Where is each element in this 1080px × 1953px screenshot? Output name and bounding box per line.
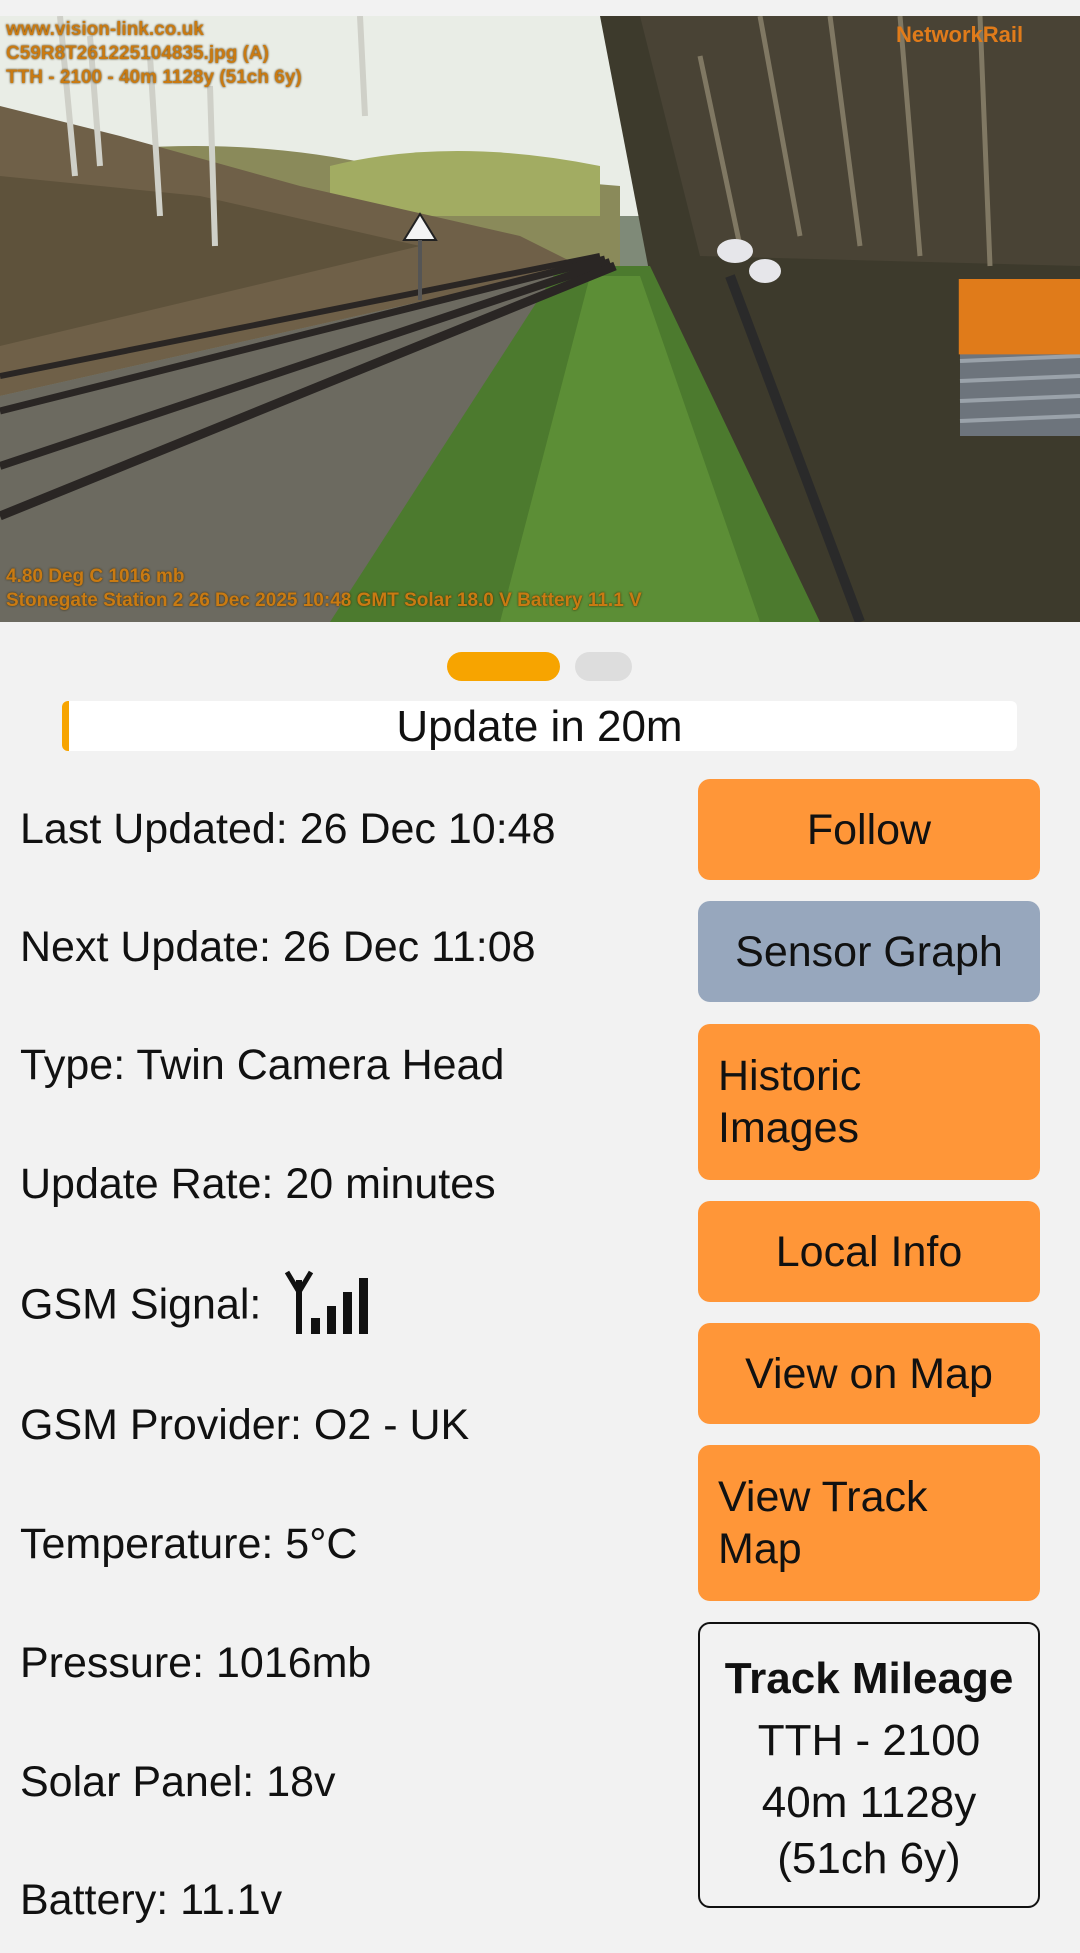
network-rail-logo: NetworkRail xyxy=(896,20,1080,355)
follow-button-label: Follow xyxy=(806,806,932,854)
historic-images-button[interactable]: Historic Images xyxy=(698,1024,1040,1180)
view-track-map-label-line2: Map xyxy=(718,1525,802,1573)
view-on-map-button[interactable]: View on Map xyxy=(698,1323,1040,1424)
network-rail-arrow-icon xyxy=(958,279,1080,355)
view-track-map-button[interactable]: View Track Map xyxy=(698,1445,1040,1601)
pressure-text: Pressure: 1016mb xyxy=(20,1639,372,1687)
overlay-website: www.vision-link.co.uk xyxy=(6,19,204,40)
next-update-text: Next Update: 26 Dec 11:08 xyxy=(20,923,536,971)
view-on-map-button-label: View on Map xyxy=(745,1350,993,1398)
gsm-signal-label: GSM Signal: xyxy=(20,1280,262,1329)
track-mileage-line-chains: (51ch 6y) xyxy=(777,1834,961,1883)
pager-dot-inactive[interactable] xyxy=(575,652,632,681)
sensor-graph-button-label: Sensor Graph xyxy=(735,928,1003,976)
overlay-location: TTH - 2100 - 40m 1128y (51ch 6y) xyxy=(6,67,302,88)
local-info-button-label: Local Info xyxy=(775,1228,963,1276)
update-countdown-bar: Update in 20m xyxy=(62,701,1017,751)
gsm-signal-row: GSM Signal: xyxy=(20,1270,387,1334)
status-bar-strip xyxy=(0,0,1080,16)
historic-images-label-line2: Images xyxy=(718,1104,860,1152)
overlay-weather: 4.80 Deg C 1016 mb xyxy=(6,566,185,587)
track-mileage-line-distance: 40m 1128y xyxy=(761,1778,977,1827)
overlay-station-status: Stonegate Station 2 26 Dec 2025 10:48 GM… xyxy=(6,590,642,611)
image-pager xyxy=(0,652,1080,682)
pager-dot-active[interactable] xyxy=(447,652,560,681)
local-info-button[interactable]: Local Info xyxy=(698,1201,1040,1302)
image-overlay-header: www.vision-link.co.uk C59R8T261225104835… xyxy=(6,18,302,90)
battery-text: Battery: 11.1v xyxy=(20,1876,283,1924)
solar-panel-text: Solar Panel: 18v xyxy=(20,1758,336,1806)
camera-image[interactable]: www.vision-link.co.uk C59R8T261225104835… xyxy=(0,16,1080,622)
track-mileage-title: Track Mileage xyxy=(724,1654,1014,1703)
track-mileage-line-code: TTH - 2100 xyxy=(757,1716,981,1765)
last-updated-text: Last Updated: 26 Dec 10:48 xyxy=(20,805,556,853)
sensor-graph-button[interactable]: Sensor Graph xyxy=(698,901,1040,1002)
follow-button[interactable]: Follow xyxy=(698,779,1040,880)
signal-strength-icon xyxy=(285,1270,369,1334)
historic-images-label-line1: Historic xyxy=(718,1052,862,1100)
overlay-filename: C59R8T261225104835.jpg (A) xyxy=(6,43,269,64)
view-track-map-label-line1: View Track xyxy=(718,1473,928,1521)
track-mileage-card: Track Mileage TTH - 2100 40m 1128y (51ch… xyxy=(698,1622,1040,1908)
update-rate-text: Update Rate: 20 minutes xyxy=(20,1160,496,1208)
type-text: Type: Twin Camera Head xyxy=(20,1041,505,1089)
update-countdown-label: Update in 20m xyxy=(396,702,683,751)
temperature-text: Temperature: 5°C xyxy=(20,1520,358,1568)
image-overlay-footer: 4.80 Deg C 1016 mb Stonegate Station 2 2… xyxy=(6,565,642,613)
gsm-provider-text: GSM Provider: O2 - UK xyxy=(20,1401,470,1449)
